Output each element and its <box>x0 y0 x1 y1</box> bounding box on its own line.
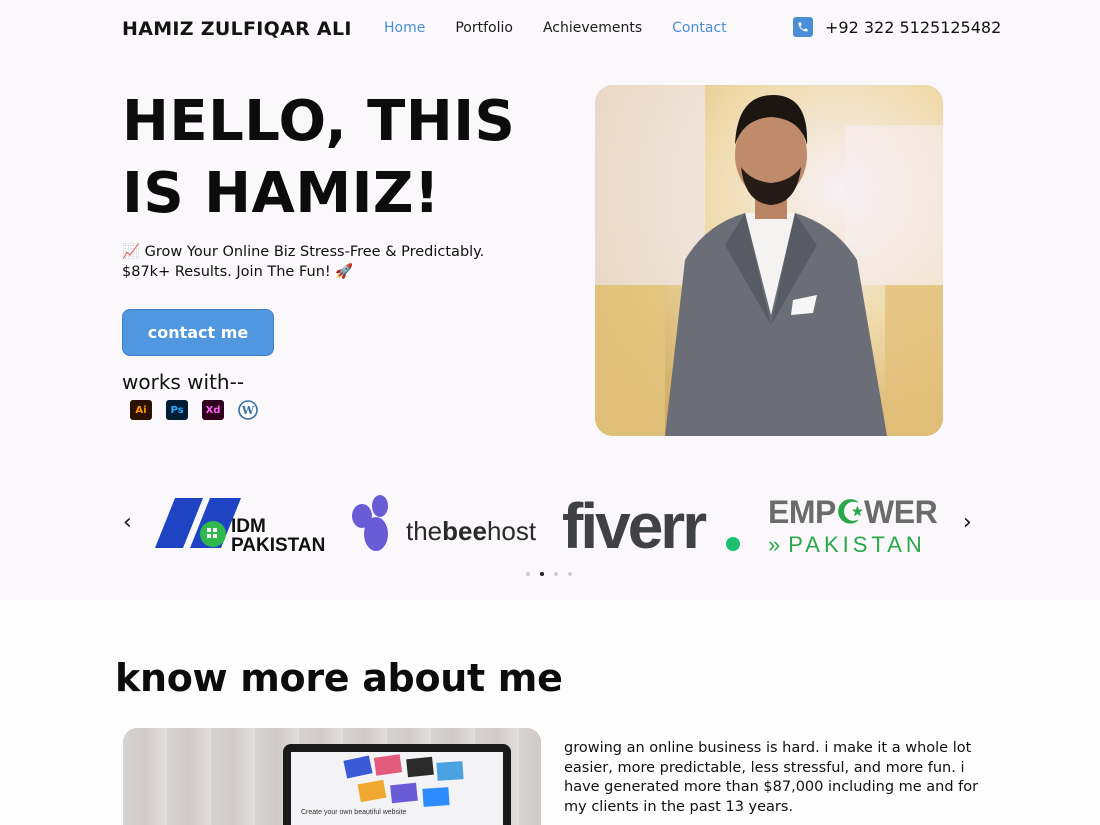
laptop-screen-caption: Create your own beautiful website <box>301 809 407 816</box>
carousel-next-button[interactable]: › <box>963 510 972 535</box>
illustrator-icon: Ai <box>130 400 152 420</box>
carousel-dot-2[interactable] <box>540 572 544 576</box>
nav-portfolio-link[interactable]: Portfolio <box>455 20 513 36</box>
nav-achievements-link[interactable]: Achievements <box>543 20 642 36</box>
site-brand[interactable]: HAMIZ ZULFIQAR ALI <box>122 18 352 40</box>
empower-text: EMP☪WER <box>768 494 938 530</box>
empower-pakistan-text: » PAKISTAN <box>768 532 926 557</box>
photoshop-icon: Ps <box>166 400 188 420</box>
main-menu: Home Portfolio Achievements Contact <box>384 20 757 36</box>
carousel-dot-1[interactable] <box>526 572 530 576</box>
phone-icon <box>793 17 813 37</box>
wordpress-letter: W <box>241 404 255 417</box>
about-paragraph: growing an online business is hard. i ma… <box>564 740 979 815</box>
fiverr-logo[interactable]: fiverr <box>562 488 747 558</box>
fiverr-text: fiverr <box>562 490 706 558</box>
carousel-dot-4[interactable] <box>568 572 572 576</box>
hero-tagline: 📈 Grow Your Online Biz Stress-Free & Pre… <box>122 242 522 282</box>
wordpress-icon: W <box>238 400 258 420</box>
carousel-prev-button[interactable]: ‹ <box>123 510 132 535</box>
profile-illustration <box>595 85 943 436</box>
idm-pakistan-text: PAKISTAN <box>231 535 325 556</box>
top-navigation: HAMIZ ZULFIQAR ALI Home Portfolio Achiev… <box>0 0 1100 58</box>
tools-list: Ai Ps Xd W <box>130 400 258 420</box>
about-section: know more about me Create your own beaut… <box>0 600 1100 825</box>
phone-contact[interactable]: +92 322 5125125482 <box>793 17 1001 37</box>
partner-carousel: ‹ IDM PAKISTAN thebeehost fiverr EMP☪WER <box>0 480 1100 580</box>
adobe-xd-icon: Xd <box>202 400 224 420</box>
idm-pakistan-logo[interactable]: IDM PAKISTAN <box>155 488 335 558</box>
phone-number: +92 322 5125125482 <box>825 17 1002 37</box>
works-with-label: works with-- <box>122 370 245 394</box>
laptop-image: Create your own beautiful website <box>123 728 541 825</box>
contact-me-button[interactable]: contact me <box>122 309 274 356</box>
carousel-dot-3[interactable] <box>554 572 558 576</box>
hero-heading: HELLO, THIS IS HAMIZ! <box>122 89 516 226</box>
carousel-pagination <box>526 572 572 576</box>
thebeehost-text: thebeehost <box>406 516 537 546</box>
tagline-line-1: 📈 Grow Your Online Biz Stress-Free & Pre… <box>122 244 485 260</box>
nav-home-link[interactable]: Home <box>384 20 425 36</box>
idm-text: IDM <box>231 516 266 537</box>
tagline-line-2: $87k+ Results. Join The Fun! 🚀 <box>122 264 354 280</box>
empower-pakistan-logo[interactable]: EMP☪WER » PAKISTAN <box>768 488 948 558</box>
profile-photo <box>595 85 943 436</box>
thebeehost-logo[interactable]: thebeehost <box>350 488 550 558</box>
nav-contact-link[interactable]: Contact <box>672 20 726 36</box>
about-heading: know more about me <box>115 656 563 700</box>
